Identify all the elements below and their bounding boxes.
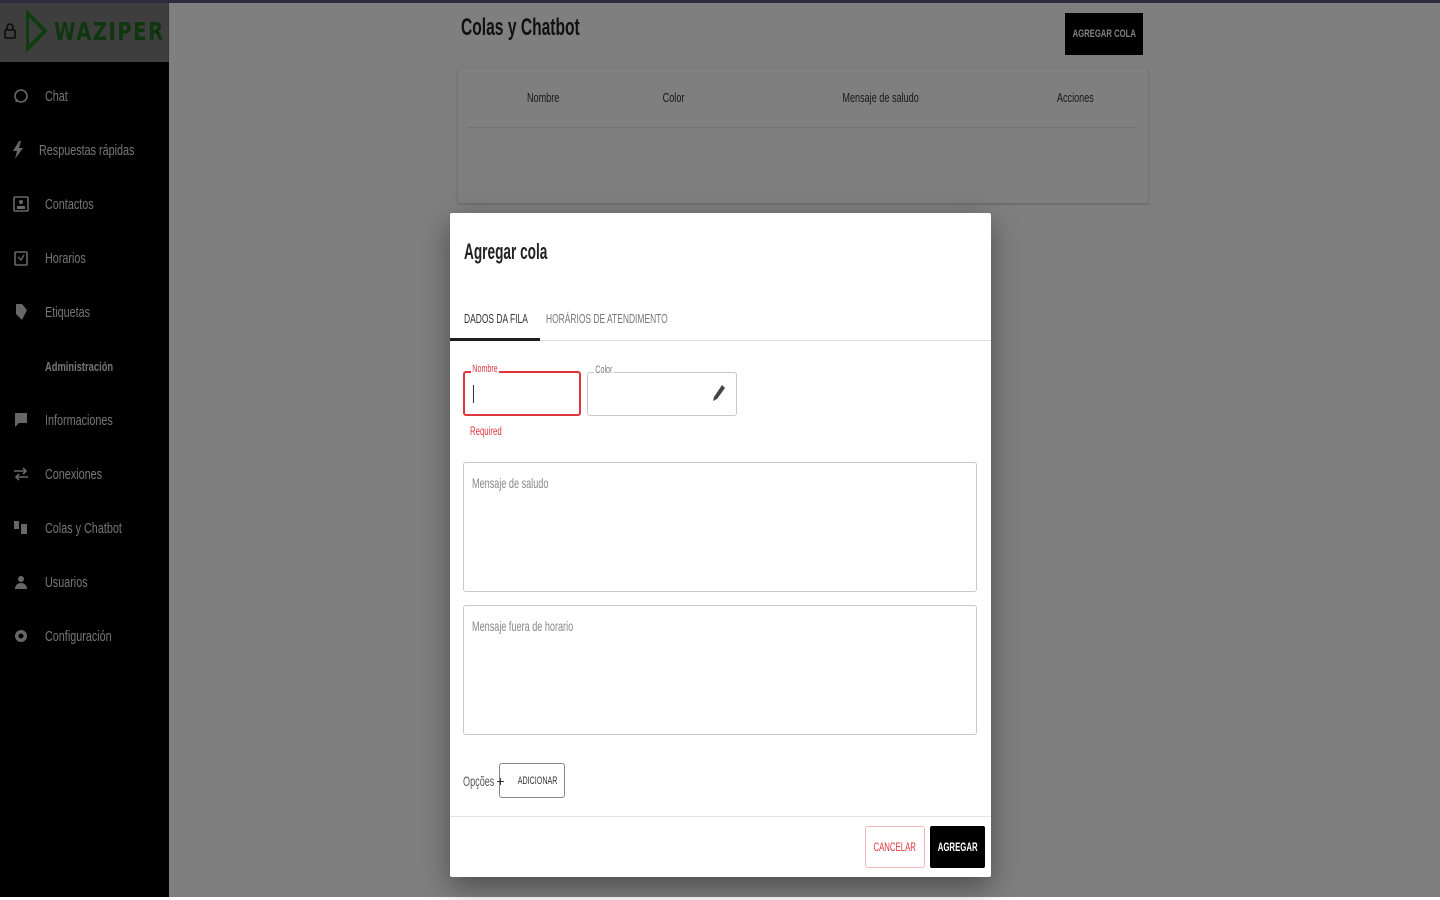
cancel-button[interactable]: CANCELAR xyxy=(865,826,925,868)
queue-color-label: Color xyxy=(594,364,614,376)
add-queue-dialog: Agregar cola DADOS DA FILA HORÁRIOS DE A… xyxy=(450,213,991,877)
greeting-message-textarea[interactable]: Mensaje de saludo xyxy=(463,462,977,592)
text-caret xyxy=(473,385,474,403)
queue-name-field[interactable]: Nombre xyxy=(463,363,581,416)
color-picker-icon[interactable] xyxy=(712,384,726,407)
plus-icon: + xyxy=(496,772,505,789)
tab-label: HORÁRIOS DE ATENDIMENTO xyxy=(546,310,668,326)
queue-name-error: Required xyxy=(470,424,502,438)
options-row: Opções + ADICIONAR xyxy=(463,763,565,798)
window-top-strip xyxy=(0,0,1440,3)
queue-color-field[interactable]: Color xyxy=(587,364,737,416)
tab-label: DADOS DA FILA xyxy=(464,310,528,326)
add-option-label: ADICIONAR xyxy=(517,774,557,787)
submit-label: AGREGAR xyxy=(937,840,978,854)
add-option-button[interactable]: + ADICIONAR xyxy=(496,763,565,798)
submit-add-queue-button[interactable]: AGREGAR xyxy=(930,826,985,868)
queue-name-input[interactable] xyxy=(465,373,579,414)
cancel-label: CANCELAR xyxy=(873,840,917,854)
dialog-tabs: DADOS DA FILA HORÁRIOS DE ATENDIMENTO xyxy=(450,295,991,341)
greeting-message-placeholder: Mensaje de saludo xyxy=(472,475,549,491)
out-of-hours-message-placeholder: Mensaje fuera de horario xyxy=(472,618,574,634)
tab-service-hours[interactable]: HORÁRIOS DE ATENDIMENTO xyxy=(546,295,733,341)
dialog-footer-divider xyxy=(450,816,991,817)
dialog-title: Agregar cola xyxy=(464,239,548,264)
options-label: Opções xyxy=(463,772,495,789)
out-of-hours-message-textarea[interactable]: Mensaje fuera de horario xyxy=(463,605,977,735)
active-tab-indicator xyxy=(450,338,540,341)
